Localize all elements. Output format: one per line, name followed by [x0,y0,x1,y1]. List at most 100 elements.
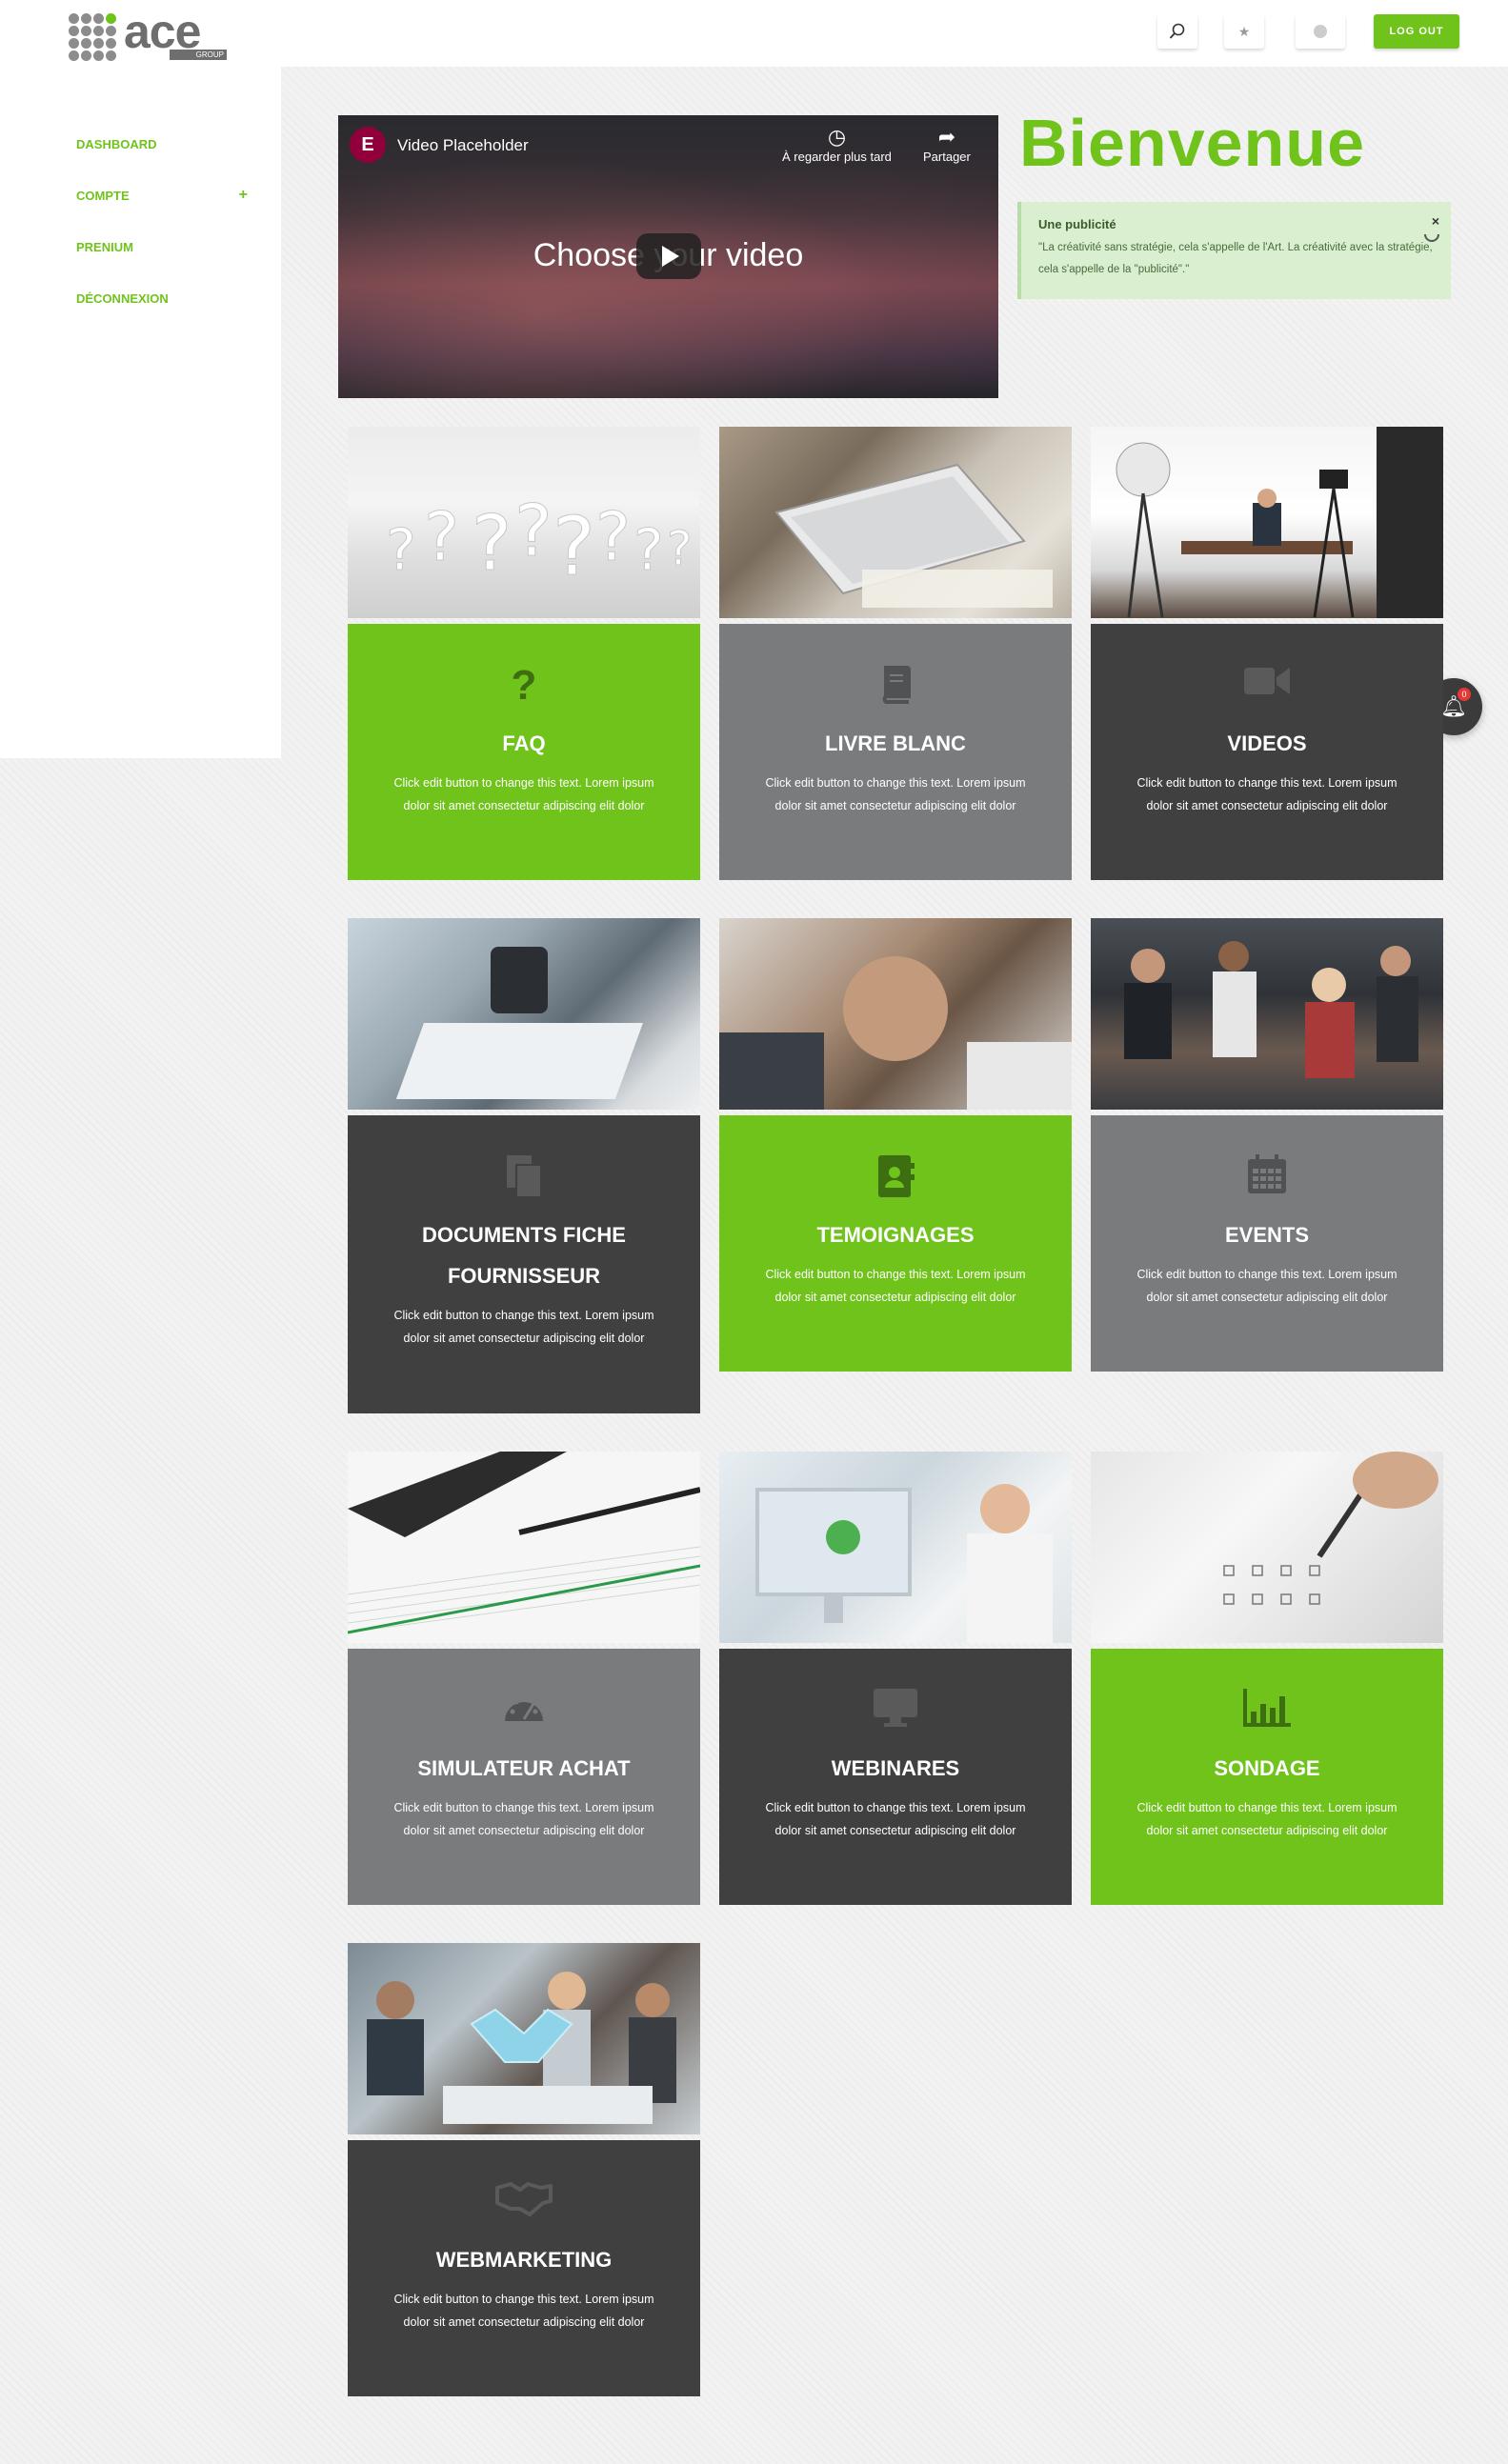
question-icon: ? [511,662,537,709]
card-faq[interactable]: ? ? ? ? ? ? ? ? ? FAQ Click edit button … [348,427,700,880]
ace-logo[interactable]: ace GROUP [69,5,231,63]
share-button[interactable]: ➦ Partager [923,125,971,164]
card-image-survey [1091,1452,1443,1643]
svg-text:?: ? [553,500,595,594]
card-webmarketing[interactable]: WEBMARKETING Click edit button to change… [348,1943,700,2396]
card-title: FAQ [502,731,546,755]
sidebar-item-compte[interactable]: COMPTE + [76,187,248,204]
search-button[interactable] [1157,14,1197,49]
play-button-icon[interactable] [636,233,701,279]
svg-text:?: ? [472,499,512,588]
card-text: Click edit button to change this text. L… [1136,776,1397,812]
logo-subtitle: GROUP [170,50,227,60]
page-title: Bienvenue [1019,106,1365,180]
card-text: Click edit button to change this text. L… [393,1309,654,1345]
card-livre-blanc[interactable]: LIVRE BLANC Click edit button to change … [719,427,1072,880]
sidebar-item-deconnexion[interactable]: DÉCONNEXION [76,291,248,306]
card-image-documents [348,918,700,1110]
svg-text:?: ? [595,498,631,576]
card-documents-fiche-fournisseur[interactable]: DOCUMENTS FICHE FOURNISSEUR Click edit b… [348,918,700,1413]
elementor-logo-icon: E [350,127,386,163]
watch-later-label: À regarder plus tard [782,150,892,164]
sidebar-item-label: COMPTE [76,189,130,203]
card-body: SONDAGE Click edit button to change this… [1091,1649,1443,1905]
card-image-question-marks: ? ? ? ? ? ? ? ? [348,427,700,618]
watch-later-button[interactable]: ◷ À regarder plus tard [782,125,892,164]
clock-icon: ◷ [827,125,847,149]
card-title: EVENTS [1224,1223,1310,1247]
card-body: DOCUMENTS FICHE FOURNISSEUR Click edit b… [348,1115,700,1413]
desktop-icon [719,1687,1072,1734]
card-image-tablet [719,427,1072,618]
card-image-studio [1091,427,1443,618]
ad-notice: Une publicité "La créativité sans straté… [1017,202,1451,299]
ad-title: Une publicité [1038,217,1116,231]
card-body: ? FAQ Click edit button to change this t… [348,624,700,880]
card-image-crowd [1091,918,1443,1110]
calendar-icon [1091,1153,1443,1201]
card-body: EVENTS Click edit button to change this … [1091,1115,1443,1372]
card-title: SIMULATEUR ACHAT [417,1756,631,1780]
svg-text:?: ? [667,521,693,576]
sidebar-item-dashboard[interactable]: DASHBOARD [76,137,248,151]
bar-chart-icon [1091,1687,1443,1734]
card-image-hands [719,918,1072,1110]
favorites-button[interactable]: ★ [1224,14,1264,49]
card-body: TEMOIGNAGES Click edit button to change … [719,1115,1072,1372]
share-label: Partager [923,150,971,164]
card-title: WEBINARES [831,1756,960,1780]
card-text: Click edit button to change this text. L… [1136,1801,1397,1837]
card-title: TEMOIGNAGES [816,1223,975,1247]
gauge-icon [348,1687,700,1734]
card-text: Click edit button to change this text. L… [765,776,1026,812]
logout-button[interactable]: LOG OUT [1374,14,1459,49]
card-webinares[interactable]: WEBINARES Click edit button to change th… [719,1452,1072,1905]
card-videos[interactable]: VIDEOS Click edit button to change this … [1091,427,1443,880]
card-text: Click edit button to change this text. L… [393,1801,654,1837]
logo-dots-icon [69,13,116,61]
card-text: Click edit button to change this text. L… [393,2293,654,2329]
card-text: Click edit button to change this text. L… [765,1801,1026,1837]
card-title: VIDEOS [1227,731,1307,755]
sidebar-item-prenium[interactable]: PRENIUM [76,240,248,254]
video-title[interactable]: Video Placeholder [397,136,529,155]
expand-plus-icon[interactable]: + [239,187,248,204]
card-title: WEBMARKETING [435,2248,613,2272]
search-icon [1169,23,1185,39]
svg-text:?: ? [424,498,459,576]
card-sondage[interactable]: SONDAGE Click edit button to change this… [1091,1452,1443,1905]
card-image-meeting [348,1943,700,2134]
card-events[interactable]: EVENTS Click edit button to change this … [1091,918,1443,1372]
video-camera-icon [1091,662,1443,710]
card-body: WEBMARKETING Click edit button to change… [348,2140,700,2396]
card-title: LIVRE BLANC [825,731,966,755]
ad-quote: "La créativité sans stratégie, cela s'ap… [1038,242,1433,275]
card-image-headphones [719,1452,1072,1643]
address-book-icon [719,1153,1072,1201]
card-body: SIMULATEUR ACHAT Click edit button to ch… [348,1649,700,1905]
card-title: SONDAGE [1214,1756,1320,1780]
user-avatar-icon [1314,25,1327,38]
star-icon: ★ [1237,23,1251,39]
card-text: Click edit button to change this text. L… [393,776,654,812]
card-text: Click edit button to change this text. L… [1136,1268,1397,1304]
notification-count-badge: 0 [1458,688,1471,701]
share-arrow-icon: ➦ [937,125,956,149]
close-icon[interactable]: × [1432,213,1439,229]
svg-text:?: ? [633,517,664,584]
top-header: ace GROUP ★ LOG OUT [0,0,1508,67]
documents-icon [348,1153,700,1201]
user-menu-button[interactable] [1296,14,1345,49]
card-body: LIVRE BLANC Click edit button to change … [719,624,1072,880]
card-text: Click edit button to change this text. L… [765,1268,1026,1304]
svg-text:?: ? [386,517,416,584]
card-simulateur-achat[interactable]: SIMULATEUR ACHAT Click edit button to ch… [348,1452,700,1905]
book-icon [719,662,1072,710]
sidebar: DASHBOARD COMPTE + PRENIUM DÉCONNEXION [0,67,281,758]
card-temoignages[interactable]: TEMOIGNAGES Click edit button to change … [719,918,1072,1372]
card-title: DOCUMENTS FICHE FOURNISSEUR [422,1223,626,1288]
card-body: VIDEOS Click edit button to change this … [1091,624,1443,880]
video-player[interactable]: E Video Placeholder ◷ À regarder plus ta… [338,115,998,398]
card-body: WEBINARES Click edit button to change th… [719,1649,1072,1905]
handshake-icon [348,2178,700,2226]
